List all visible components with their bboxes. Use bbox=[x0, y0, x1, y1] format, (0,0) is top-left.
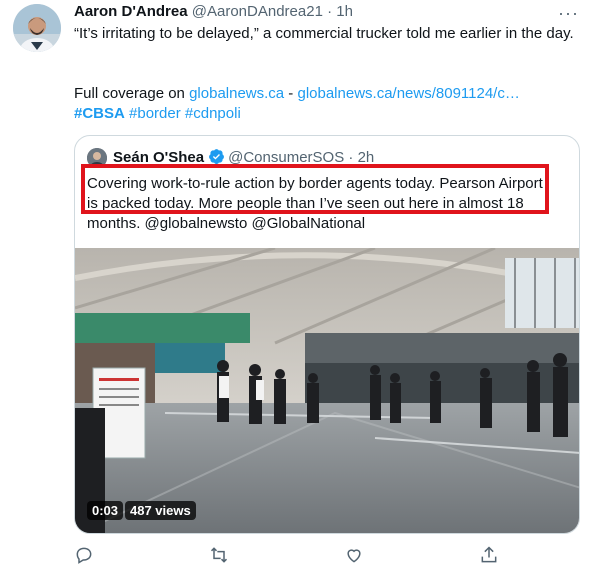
share-icon[interactable] bbox=[479, 545, 499, 565]
coverage-dash: - bbox=[284, 85, 298, 102]
reply-icon[interactable] bbox=[74, 545, 94, 565]
author-handle[interactable]: @AaronDAndrea21 bbox=[192, 3, 323, 20]
tweet-text: “It’s irritating to be delayed,” a comme… bbox=[74, 25, 574, 42]
author-name[interactable]: Aaron D'Andrea bbox=[74, 3, 188, 20]
tweet-header: Aaron D'Andrea @AaronDAndrea21 · 1h bbox=[74, 3, 353, 20]
coverage-line: Full coverage on globalnews.ca - globaln… bbox=[74, 84, 574, 104]
coverage-link-1[interactable]: globalnews.ca bbox=[189, 85, 284, 102]
coverage-link-2[interactable]: globalnews.ca/news/8091124/c… bbox=[297, 85, 519, 102]
avatar[interactable] bbox=[13, 4, 61, 52]
hashtag-cdnpoli[interactable]: #cdnpoli bbox=[185, 105, 241, 122]
hashtag-border[interactable]: #border bbox=[129, 105, 181, 122]
hashtags: #CBSA #border #cdnpoli bbox=[74, 104, 574, 124]
more-options-icon[interactable]: ··· bbox=[558, 3, 579, 24]
video-thumbnail[interactable]: 0:03 487 views bbox=[75, 248, 579, 533]
hashtag-cbsa[interactable]: #CBSA bbox=[74, 105, 125, 122]
highlight-box bbox=[81, 164, 549, 214]
action-bar bbox=[74, 545, 574, 565]
video-views: 487 views bbox=[125, 501, 196, 520]
time-separator: · bbox=[327, 3, 333, 20]
like-icon[interactable] bbox=[344, 545, 364, 565]
video-timer: 0:03 bbox=[87, 501, 124, 520]
tweet-time[interactable]: 1h bbox=[336, 3, 353, 20]
coverage-prefix: Full coverage on bbox=[74, 85, 190, 102]
quoted-tweet[interactable]: Seán O'Shea @ConsumerSOS · 2h Covering wo… bbox=[74, 135, 580, 534]
retweet-icon[interactable] bbox=[209, 545, 229, 565]
